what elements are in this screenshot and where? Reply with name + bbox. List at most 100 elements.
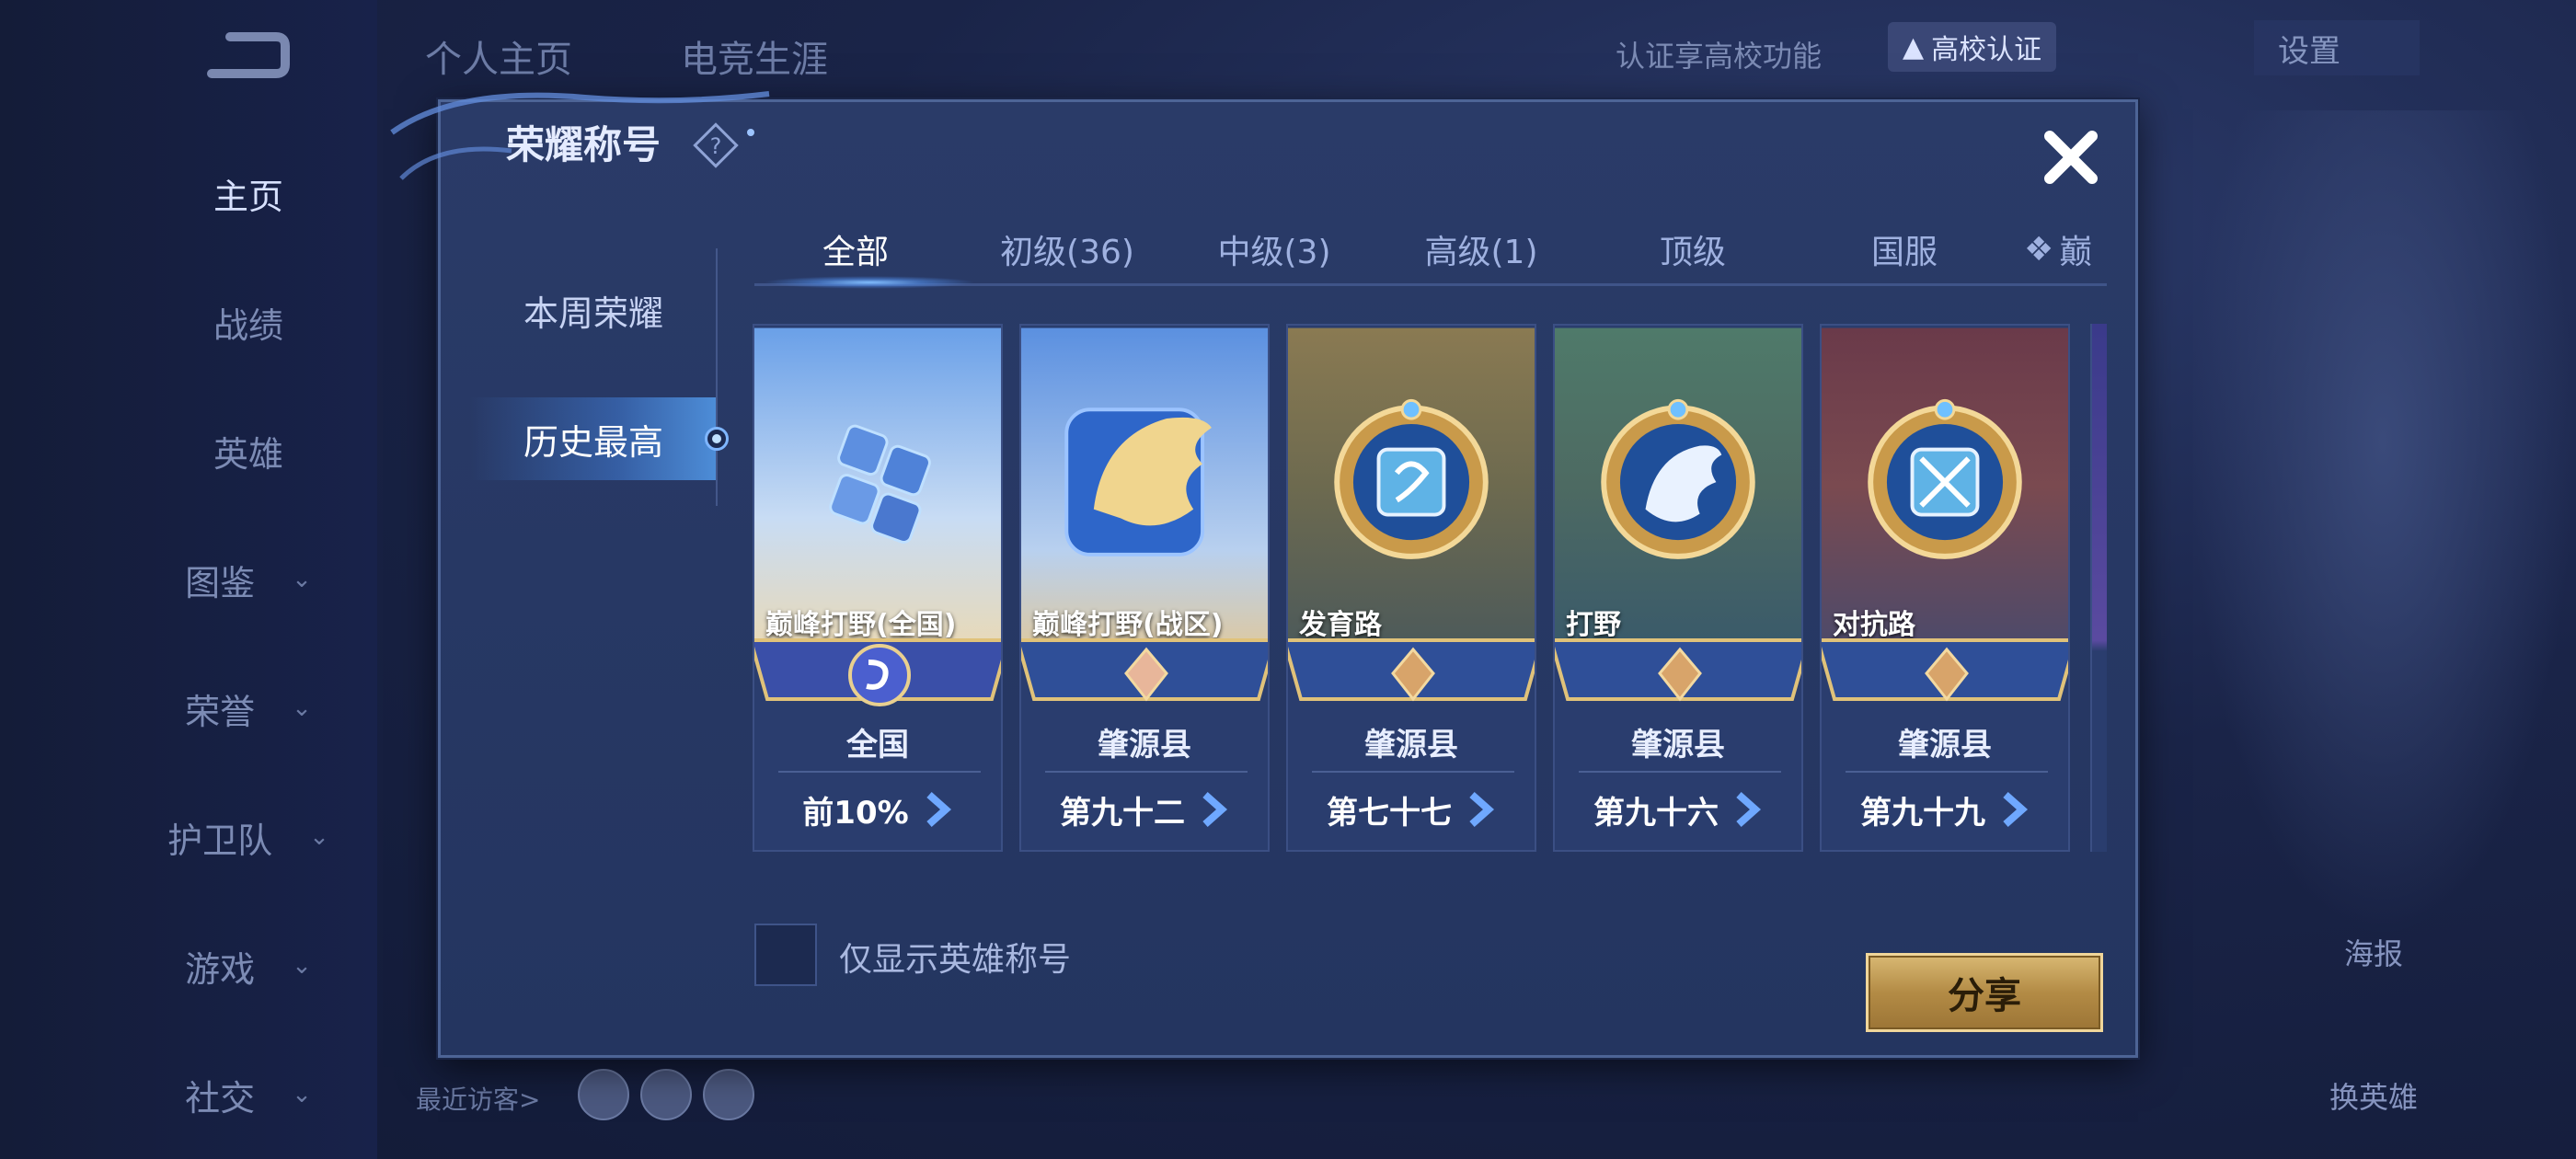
nav-label: 社交 [185,1077,256,1119]
title-card-peak-jungle-national[interactable]: 巅峰打野(全国) 全国 前10% [753,324,1003,852]
nav-item-guard-team[interactable]: 护卫队 ⌄ [138,805,359,869]
campus-icon: ▲ [1903,30,1925,63]
card-rank-value: 第九十六 [1593,794,1719,832]
svg-text:?: ? [710,133,722,159]
side-selected-dot [705,427,729,451]
nav-item-games[interactable]: 游戏 ⌄ [138,934,359,998]
nav-item-codex[interactable]: 图鉴 ⌄ [138,547,359,612]
change-hero-button[interactable]: 换英雄 [2318,1074,2429,1117]
title-card-farm-lane[interactable]: 发育路 肇源县 第七十七 [1286,324,1536,852]
title-card-peak-jungle-zone[interactable]: 巅峰打野(战区) 肇源县 第九十二 [1019,324,1270,852]
settings-button[interactable]: 设置 [2254,20,2420,75]
side-tab-history-best[interactable]: 历史最高 [469,397,718,480]
tab-personal-home[interactable]: 个人主页 [425,29,572,83]
medal-banner [1021,638,1268,702]
card-separator [778,771,981,773]
medal-banner [1288,638,1535,702]
card-separator [1312,771,1514,773]
chevron-down-icon: ⌄ [309,823,329,851]
chevron-right-icon [926,792,951,827]
chevron-down-icon: ⌄ [292,1081,312,1108]
cert-prompt-text[interactable]: 认证享高校功能 [1616,33,1822,75]
chevron-right-icon [2003,792,2029,827]
card-art [1822,327,2068,646]
chevron-down-icon: ⌄ [292,566,312,593]
card-art [1288,327,1535,646]
medal-banner [1555,638,1801,702]
card-rank[interactable]: 第七十七 [1288,782,1535,837]
nav-item-social[interactable]: 社交 ⌄ [138,1062,359,1127]
card-separator [1846,771,2048,773]
tab-peak[interactable]: ❖ 巅 [2024,217,2107,281]
visitor-avatar[interactable] [640,1069,692,1120]
card-separator [1579,771,1781,773]
visitor-avatar[interactable] [703,1069,754,1120]
chevron-down-icon: ⌄ [292,694,312,722]
chevron-down-icon: ⌄ [292,952,312,980]
diamond-icon: ❖ [2024,230,2054,269]
tab-intermediate[interactable]: 中级(3) [1196,217,1352,281]
nav-label: 游戏 [185,948,256,990]
nav-label: 护卫队 [167,820,273,861]
card-region: 肇源县 [1098,727,1191,763]
tab-junior[interactable]: 初级(36) [984,217,1150,281]
card-region: 肇源县 [1631,727,1725,763]
dialog-title: 荣耀称号 [506,122,661,167]
help-icon[interactable]: ? [692,121,740,169]
card-rank[interactable]: 前10% [754,782,1001,837]
nav-label: 战绩 [213,304,283,346]
card-rank-value: 第七十七 [1327,794,1452,832]
chevron-right-icon [1469,792,1495,827]
nav-label: 荣誉 [185,691,256,732]
card-art [754,327,1001,646]
checkbox-label: 仅显示英雄称号 [839,941,1072,979]
card-rank-value: 前10% [802,794,909,832]
medal-banner [754,638,1001,706]
card-region: 全国 [846,727,909,763]
back-arrow-icon[interactable] [193,28,294,92]
tab-advanced[interactable]: 高级(1) [1403,217,1559,281]
nav-item-records[interactable]: 战绩 [138,290,359,354]
next-card-peek[interactable] [2090,324,2107,852]
tier-tabs: 全部 初级(36) 中级(3) 高级(1) 顶级 国服 ❖ 巅 [754,217,2107,287]
tab-national-server[interactable]: 国服 [1831,217,1978,281]
card-art [1021,327,1268,646]
cert-badge-label: 高校认证 [1931,34,2042,66]
card-region: 肇源县 [1364,727,1458,763]
nav-item-heroes[interactable]: 英雄 [138,419,359,483]
medal-banner [1822,638,2068,702]
side-divider [716,248,718,506]
card-rank-value: 第九十九 [1860,794,1985,832]
poster-button[interactable]: 海报 [2318,931,2429,973]
title-card-clash-lane[interactable]: 对抗路 肇源县 第九十九 [1820,324,2070,852]
card-art [1555,327,1801,646]
tab-top[interactable]: 顶级 [1619,217,1766,281]
title-card-jungle[interactable]: 打野 肇源县 第九十六 [1553,324,1803,852]
close-icon [2044,131,2098,184]
background-hero-art [2190,110,2576,938]
nav-item-home[interactable]: 主页 [138,161,359,225]
visitor-avatar[interactable] [578,1069,629,1120]
share-button[interactable]: 分享 [1866,953,2103,1032]
hero-titles-only-checkbox[interactable] [754,924,817,986]
card-rank-value: 第九十二 [1060,794,1185,832]
card-rank[interactable]: 第九十六 [1555,782,1801,837]
chevron-right-icon [1736,792,1762,827]
nav-label: 主页 [213,176,283,217]
nav-item-honor[interactable]: 荣誉 ⌄ [138,676,359,740]
close-button[interactable] [2031,118,2110,197]
settings-label: 设置 [2278,32,2340,70]
campus-cert-badge[interactable]: ▲ 高校认证 [1888,22,2057,72]
card-rank[interactable]: 第九十二 [1021,782,1268,837]
tab-all[interactable]: 全部 [782,217,929,281]
chevron-right-icon [1202,792,1228,827]
nav-label: 图鉴 [185,562,256,603]
share-button-label: 分享 [1948,975,2021,1017]
side-tab-weekly[interactable]: 本周荣耀 [469,269,718,351]
recent-visitors-link[interactable]: 最近访客> [416,1080,540,1117]
nav-label: 英雄 [213,433,283,475]
card-rank[interactable]: 第九十九 [1822,782,2068,837]
card-separator [1045,771,1248,773]
tab-peak-label: 巅 [2059,234,2093,271]
tab-esports-career[interactable]: 电竞生涯 [681,29,828,83]
